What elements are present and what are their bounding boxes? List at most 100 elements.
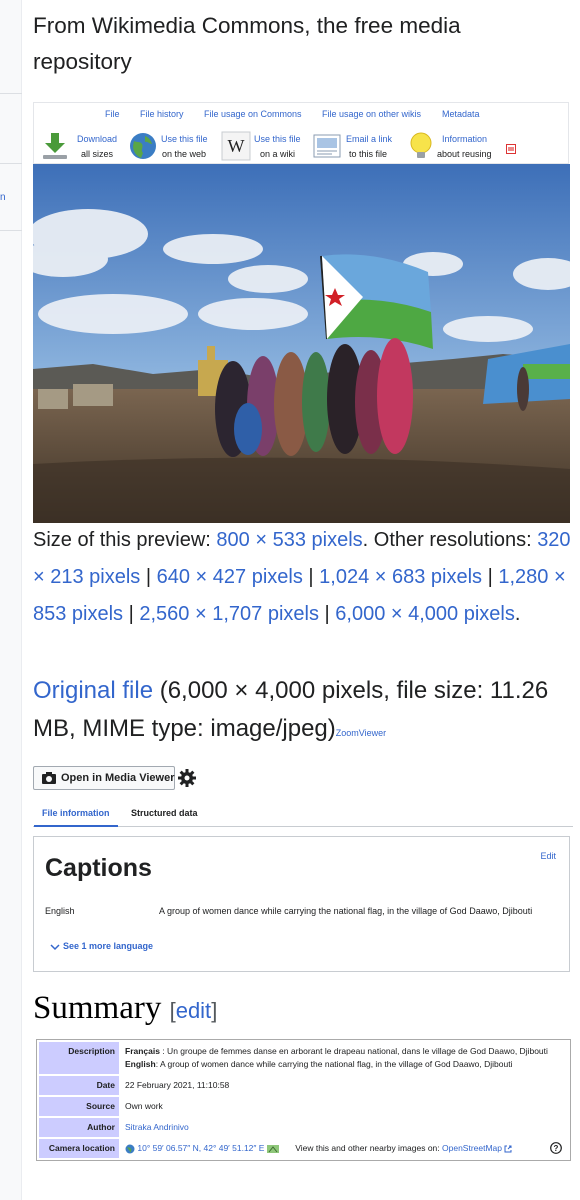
author-label: Author bbox=[39, 1118, 119, 1137]
table-row: Camera location 10° 59′ 06.57″ N, 42° 49… bbox=[39, 1139, 568, 1158]
tool-label: about reusing bbox=[437, 149, 492, 159]
media-viewer-label: Open in Media Viewer bbox=[61, 772, 175, 784]
description-en-text: : A group of women dance while carrying … bbox=[155, 1059, 513, 1069]
file-usage-commons-link[interactable]: File usage on Commons bbox=[204, 109, 302, 119]
help-icon[interactable]: ? bbox=[550, 1142, 562, 1154]
description-value: Français : Un groupe de femmes danse en … bbox=[121, 1042, 568, 1074]
map-icon[interactable] bbox=[266, 1144, 279, 1154]
date-value: 22 February 2021, 11:10:58 bbox=[121, 1076, 568, 1095]
resolution-link[interactable]: 6,000 × 4,000 pixels bbox=[335, 603, 515, 625]
sidebar-divider bbox=[0, 163, 22, 164]
globe-icon bbox=[130, 133, 156, 159]
description-fr: Français : Un groupe de femmes danse en … bbox=[125, 1045, 564, 1058]
photo-scene bbox=[33, 164, 570, 523]
lang-label-en: English bbox=[125, 1059, 156, 1069]
lightbulb-icon bbox=[410, 132, 432, 158]
zoomviewer-link[interactable]: ZoomViewer bbox=[336, 728, 386, 738]
summary-heading: Summary [edit] bbox=[33, 990, 217, 1027]
file-usage-other-wikis-link[interactable]: File usage on other wikis bbox=[322, 109, 421, 119]
globe-small-icon[interactable] bbox=[125, 1144, 135, 1154]
tool-label: to this file bbox=[349, 149, 388, 159]
table-row: Description Français : Un groupe de femm… bbox=[39, 1042, 568, 1074]
resolution-separator: | bbox=[318, 603, 336, 625]
captions-panel: Captions Edit English A group of women d… bbox=[33, 836, 570, 972]
tool-label: on a wiki bbox=[260, 149, 296, 159]
resolution-link[interactable]: 640 × 427 pixels bbox=[157, 566, 303, 588]
tool-label: Use this file bbox=[254, 134, 301, 144]
svg-text:W: W bbox=[228, 136, 245, 156]
tool-label: on the web bbox=[162, 149, 207, 159]
caption-language: English bbox=[45, 906, 75, 916]
source-label: Source bbox=[39, 1097, 119, 1116]
chevron-down-icon bbox=[50, 944, 60, 950]
other-resolutions-prefix: . Other resolutions: bbox=[362, 529, 538, 551]
date-label: Date bbox=[39, 1076, 119, 1095]
author-cell: Sitraka Andrinivo bbox=[121, 1118, 568, 1137]
file-history-link[interactable]: File history bbox=[140, 109, 184, 119]
resolution-separator: | bbox=[140, 566, 157, 588]
osm-prefix: View this and other nearby images on: bbox=[295, 1143, 442, 1153]
tool-label: Use this file bbox=[161, 134, 208, 144]
svg-text:?: ? bbox=[554, 1144, 559, 1153]
table-row: Source Own work bbox=[39, 1097, 568, 1116]
original-file-info: Original file (6,000 × 4,000 pixels, fil… bbox=[33, 672, 573, 752]
summary-edit-link[interactable]: edit bbox=[176, 998, 211, 1023]
page-subtitle: From Wikimedia Commons, the free media r… bbox=[33, 13, 461, 74]
sidebar-link-fragment[interactable]: n bbox=[0, 192, 6, 203]
preview-size-link[interactable]: 800 × 533 pixels bbox=[216, 529, 362, 551]
lang-label-fr: Français bbox=[125, 1046, 160, 1056]
camera-location-label: Camera location bbox=[39, 1139, 119, 1158]
coordinates-link[interactable]: 10° 59′ 06.57″ N, 42° 49′ 51.12″ E bbox=[137, 1143, 264, 1153]
description-label: Description bbox=[39, 1042, 119, 1074]
open-media-viewer-button[interactable]: Open in Media Viewer bbox=[33, 766, 175, 790]
see-more-label: See 1 more language bbox=[63, 941, 154, 951]
original-file-link[interactable]: Original file bbox=[33, 677, 153, 704]
file-preview-image[interactable] bbox=[33, 164, 570, 523]
summary-edit-bracket: [edit] bbox=[169, 998, 218, 1023]
captions-title: Captions bbox=[45, 854, 152, 882]
resolution-info: Size of this preview: 800 × 533 pixels. … bbox=[33, 522, 573, 633]
pdf-icon[interactable] bbox=[506, 144, 516, 154]
sidebar-divider bbox=[0, 93, 22, 94]
sidebar-divider bbox=[0, 230, 22, 231]
email-icon bbox=[313, 134, 341, 158]
camera-location-value: 10° 59′ 06.57″ N, 42° 49′ 51.12″ E View … bbox=[121, 1139, 568, 1158]
resolution-link[interactable]: 2,560 × 1,707 pixels bbox=[139, 603, 319, 625]
description-en: English: A group of women dance while ca… bbox=[125, 1058, 564, 1071]
resolution-separator: | bbox=[482, 566, 499, 588]
file-link[interactable]: File bbox=[105, 109, 120, 119]
left-sidebar: n bbox=[0, 0, 22, 1200]
tool-label: Download bbox=[77, 134, 118, 144]
resolution-link[interactable]: 1,024 × 683 pixels bbox=[319, 566, 482, 588]
captions-edit-link[interactable]: Edit bbox=[540, 851, 556, 861]
file-section-links: File File history File usage on Commons … bbox=[34, 109, 568, 123]
openstreetmap-link[interactable]: OpenStreetMap bbox=[442, 1143, 502, 1153]
tab-structured-data[interactable]: Structured data bbox=[131, 808, 198, 818]
resolution-separator: | bbox=[123, 603, 140, 625]
resolution-separator: | bbox=[302, 566, 320, 588]
source-value: Own work bbox=[121, 1097, 568, 1116]
preview-prefix: Size of this preview: bbox=[33, 529, 217, 551]
metadata-link[interactable]: Metadata bbox=[442, 109, 480, 119]
file-tools: Download all sizes Use this file on the … bbox=[34, 131, 568, 163]
table-row: Author Sitraka Andrinivo bbox=[39, 1118, 568, 1137]
wikipedia-icon: W bbox=[221, 131, 251, 161]
description-fr-text: : Un groupe de femmes danse en arborant … bbox=[159, 1046, 548, 1056]
caption-text: A group of women dance while carrying th… bbox=[159, 906, 533, 916]
tab-file-information[interactable]: File information bbox=[34, 808, 117, 827]
gear-icon[interactable] bbox=[176, 767, 198, 789]
information-table: Description Français : Un groupe de femm… bbox=[36, 1039, 571, 1161]
tool-label: all sizes bbox=[81, 149, 114, 159]
table-row: Date 22 February 2021, 11:10:58 bbox=[39, 1076, 568, 1095]
external-link-icon bbox=[504, 1145, 512, 1153]
download-icon bbox=[43, 133, 67, 159]
file-toolbar: File File history File usage on Commons … bbox=[33, 102, 569, 164]
tool-label: Email a link bbox=[346, 134, 393, 144]
resolution-end: . bbox=[514, 603, 521, 625]
author-link[interactable]: Sitraka Andrinivo bbox=[125, 1122, 189, 1132]
file-info-tabs: File information Structured data bbox=[33, 803, 573, 827]
see-more-languages-link[interactable]: See 1 more language bbox=[50, 941, 153, 951]
summary-heading-text: Summary bbox=[33, 990, 162, 1026]
tool-label: Information bbox=[442, 134, 488, 144]
media-viewer-icon bbox=[42, 772, 56, 784]
